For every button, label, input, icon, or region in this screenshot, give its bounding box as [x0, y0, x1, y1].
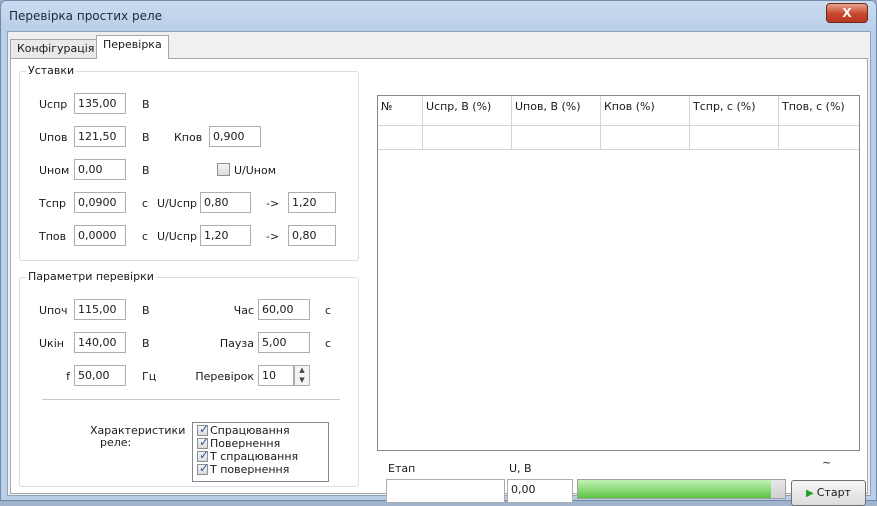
- test-params-title: Параметри перевірки: [26, 270, 156, 283]
- u-end-input[interactable]: 140,00: [74, 332, 126, 353]
- app-window: Перевірка простих реле X Конфігурація Пе…: [0, 0, 877, 506]
- table-cell[interactable]: [601, 126, 690, 150]
- u-dropout-input[interactable]: 121,50: [74, 126, 126, 147]
- results-table[interactable]: № Uспр, В (%) Uпов, В (%) Кпов (%) Tспр,…: [377, 95, 860, 451]
- u-field[interactable]: 0,00: [507, 479, 573, 503]
- u-unom-label: U/Uном: [234, 164, 277, 177]
- time-input[interactable]: 60,00: [258, 299, 310, 320]
- t-dropout-input[interactable]: 0,0000: [74, 225, 126, 246]
- characteristics-label-2: реле:: [100, 436, 132, 449]
- u-pickup-label: Uспр: [39, 98, 68, 111]
- u-nominal-label: Uном: [39, 164, 70, 177]
- u-pickup-unit: В: [142, 98, 150, 111]
- pause-unit: с: [325, 337, 332, 350]
- u-start-unit: В: [142, 304, 150, 317]
- freq-unit: Гц: [142, 370, 157, 383]
- k-return-label: Кпов: [174, 131, 203, 144]
- characteristic-label: Т повернення: [210, 463, 290, 476]
- setpoints-title: Уставки: [26, 64, 77, 77]
- t-pickup-label: Tспр: [39, 197, 66, 210]
- t-dropout-unit: с: [142, 230, 149, 243]
- tab-page-check: Уставки Uспр 135,00 В Uпов 121,50 В Кпов…: [10, 58, 868, 506]
- u-pickup-input[interactable]: 135,00: [74, 93, 126, 114]
- u-start-input[interactable]: 115,00: [74, 299, 126, 320]
- tab-configuration[interactable]: Конфігурація: [10, 39, 102, 58]
- checks-spinner[interactable]: ▲ ▼: [294, 365, 310, 386]
- characteristic-item[interactable]: Повернення: [197, 436, 281, 450]
- column-header-k-return[interactable]: Кпов (%): [601, 96, 690, 126]
- table-cell[interactable]: [423, 126, 512, 150]
- column-header-t-pickup[interactable]: Tспр, с (%): [690, 96, 779, 126]
- stage-field[interactable]: [386, 479, 505, 503]
- u-dropout-unit: В: [142, 131, 150, 144]
- client-area: Конфігурація Перевірка Уставки Uспр 135,…: [7, 31, 871, 506]
- table-cell[interactable]: [512, 126, 601, 150]
- freq-label: f: [66, 370, 70, 383]
- table-cell[interactable]: [779, 126, 859, 150]
- t-dropout-to-input[interactable]: 0,80: [288, 225, 336, 246]
- t-pickup-unit: с: [142, 197, 149, 210]
- u-dropout-label: Uпов: [39, 131, 68, 144]
- t-dropout-label: Tпов: [39, 230, 67, 243]
- time-label: Час: [233, 304, 254, 317]
- characteristic-label: Повернення: [210, 437, 281, 450]
- freq-input[interactable]: 50,00: [74, 365, 126, 386]
- setpoints-group: Уставки Uспр 135,00 В Uпов 121,50 В Кпов…: [19, 64, 359, 261]
- progress-fill: [578, 480, 771, 498]
- window-title: Перевірка простих реле: [9, 9, 163, 23]
- close-button[interactable]: X: [826, 3, 868, 23]
- characteristic-label: Т спрацювання: [210, 450, 299, 463]
- u-unom-checkbox[interactable]: [217, 163, 230, 176]
- tilde-mark: ~: [822, 456, 832, 469]
- u-nominal-unit: В: [142, 164, 150, 177]
- column-header-t-dropout[interactable]: Tпов, с (%): [779, 96, 859, 126]
- t-pickup-from-input[interactable]: 0,80: [200, 192, 251, 213]
- spin-up-icon[interactable]: ▲: [295, 366, 309, 375]
- start-button[interactable]: ▶ Старт: [791, 480, 866, 506]
- checks-label: Перевірок: [195, 370, 254, 383]
- u-label: U, В: [509, 462, 532, 475]
- t-pickup-arrow: ->: [266, 197, 280, 210]
- spin-down-icon[interactable]: ▼: [295, 376, 309, 385]
- table-cell[interactable]: [690, 126, 779, 150]
- u-end-label: Uкін: [39, 337, 64, 350]
- characteristic-item[interactable]: Т повернення: [197, 462, 290, 476]
- table-cell[interactable]: [378, 126, 423, 150]
- tab-check[interactable]: Перевірка: [96, 35, 169, 59]
- t-dropout-arrow: ->: [266, 230, 280, 243]
- pause-input[interactable]: 5,00: [258, 332, 310, 353]
- t-dropout-from-input[interactable]: 1,20: [200, 225, 251, 246]
- u-nominal-input[interactable]: 0,00: [74, 159, 126, 180]
- k-return-input[interactable]: 0,900: [209, 126, 261, 147]
- column-header-u-pickup[interactable]: Uспр, В (%): [423, 96, 512, 126]
- play-icon: ▶: [806, 488, 814, 499]
- u-start-label: Uпоч: [39, 304, 68, 317]
- title-bar[interactable]: Перевірка простих реле X: [1, 1, 876, 31]
- t-pickup-ratio-label: U/Uспр: [157, 197, 198, 210]
- characteristic-label: Спрацювання: [210, 424, 290, 437]
- u-end-unit: В: [142, 337, 150, 350]
- characteristic-item[interactable]: Спрацювання: [197, 423, 290, 437]
- test-params-group: Параметри перевірки Uпоч 115,00 В Час 60…: [19, 270, 359, 487]
- column-header-u-dropout[interactable]: Uпов, В (%): [512, 96, 601, 126]
- stage-label: Етап: [388, 462, 416, 475]
- start-label: Старт: [816, 486, 851, 499]
- separator: [42, 399, 340, 400]
- time-unit: с: [325, 304, 332, 317]
- t-pickup-input[interactable]: 0,0900: [74, 192, 126, 213]
- t-dropout-ratio-label: U/Uспр: [157, 230, 198, 243]
- t-pickup-to-input[interactable]: 1,20: [288, 192, 336, 213]
- pause-label: Пауза: [219, 337, 254, 350]
- progress-bar: [577, 479, 786, 499]
- checkbox-checked-icon[interactable]: [197, 462, 209, 475]
- checks-input[interactable]: 10: [258, 365, 294, 386]
- characteristics-list: Спрацювання Повернення Т спрацювання Т п…: [192, 422, 329, 482]
- characteristic-item[interactable]: Т спрацювання: [197, 449, 299, 463]
- column-header-number[interactable]: №: [378, 96, 423, 126]
